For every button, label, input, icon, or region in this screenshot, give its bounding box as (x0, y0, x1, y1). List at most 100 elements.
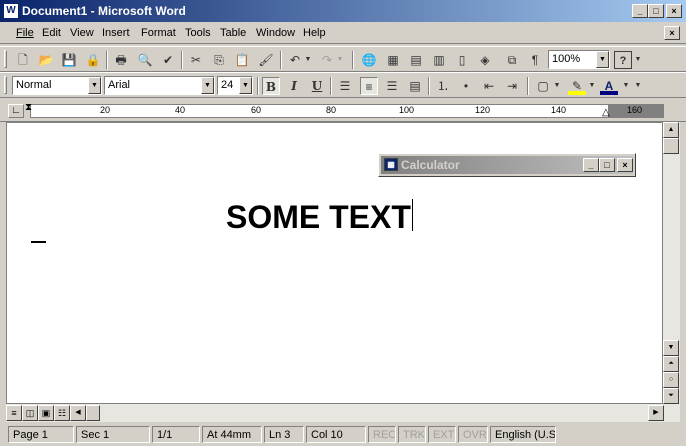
maximize-button[interactable]: □ (648, 4, 664, 18)
bold-button[interactable]: B (262, 77, 280, 95)
paste-icon[interactable]: 📋 (233, 51, 251, 69)
font-size-combo[interactable]: 24 ▼ (217, 76, 253, 95)
first-line-indent-icon[interactable]: ⧗ (25, 102, 32, 113)
web-view-icon[interactable]: ◫ (22, 405, 38, 421)
print-layout-icon[interactable]: ▣ (38, 405, 54, 421)
justify-icon[interactable]: ▤ (406, 77, 424, 95)
right-indent-icon[interactable]: △ (602, 107, 610, 118)
previous-page-icon[interactable]: ⏶ (663, 356, 679, 372)
tab-selector-icon[interactable]: ∟ (8, 104, 24, 118)
scroll-left-icon[interactable]: ◀ (70, 405, 86, 421)
chevron-down-icon[interactable]: ▼ (239, 77, 252, 94)
undo-icon[interactable]: ↶ (286, 51, 304, 69)
spelling-icon[interactable]: ✔ (159, 51, 177, 69)
horizontal-ruler[interactable]: ∟ ⧗ △ 20 40 60 80 100 120 140 160 (0, 100, 686, 122)
numbering-icon[interactable]: ⒈ (434, 77, 452, 95)
font-combo[interactable]: Arial ▼ (104, 76, 215, 95)
calculator-maximize-button[interactable]: □ (599, 158, 615, 172)
separator (257, 77, 259, 95)
calculator-window[interactable]: ▦ Calculator _ □ × (378, 153, 636, 177)
next-page-icon[interactable]: ⏷ (663, 388, 679, 404)
browse-object-icon[interactable]: ○ (663, 372, 679, 388)
normal-view-icon[interactable]: ≡ (6, 405, 22, 421)
italic-button[interactable]: I (285, 77, 303, 95)
align-center-icon[interactable]: ≡ (360, 77, 378, 95)
document-text[interactable]: SOME TEXT (226, 199, 413, 236)
hyperlink-icon[interactable]: 🌐 (360, 51, 378, 69)
toolbar-grip[interactable] (4, 76, 7, 94)
chevron-down-icon[interactable]: ▼ (88, 77, 101, 94)
undo-dropdown-icon[interactable]: ▼ (304, 51, 312, 69)
calculator-minimize-button[interactable]: _ (583, 158, 599, 172)
menu-help[interactable]: Help (303, 27, 326, 39)
status-ext[interactable]: EXT (428, 426, 456, 443)
permission-icon[interactable]: 🔒 (84, 51, 102, 69)
insert-table-icon[interactable]: ▤ (407, 51, 425, 69)
bullets-icon[interactable]: • (457, 77, 475, 95)
show-hide-icon[interactable]: ¶ (526, 51, 544, 69)
outline-view-icon[interactable]: ☷ (54, 405, 70, 421)
toolbar-grip[interactable] (4, 50, 7, 68)
format-painter-icon[interactable]: 🖌 (257, 51, 275, 69)
insert-excel-icon[interactable]: ▥ (430, 51, 448, 69)
calculator-title-bar[interactable]: ▦ Calculator _ □ × (381, 156, 633, 174)
calculator-close-button[interactable]: × (617, 158, 633, 172)
scroll-down-icon[interactable]: ▼ (663, 340, 679, 356)
open-folder-icon[interactable]: 📂 (37, 51, 55, 69)
font-color-icon[interactable]: A (600, 77, 618, 95)
menu-window[interactable]: Window (256, 27, 295, 39)
print-icon[interactable]: 🖶 (112, 51, 130, 69)
highlight-icon[interactable]: ✎ (568, 77, 586, 95)
menu-table[interactable]: Table (220, 27, 246, 39)
highlight-dropdown-icon[interactable]: ▼ (588, 77, 596, 95)
align-left-icon[interactable]: ☰ (336, 77, 354, 95)
minimize-button[interactable]: _ (632, 4, 648, 18)
print-preview-icon[interactable]: 🔍 (136, 51, 154, 69)
scroll-up-icon[interactable]: ▲ (663, 122, 679, 138)
status-ovr[interactable]: OVR (458, 426, 488, 443)
menu-file[interactable]: File (16, 27, 34, 39)
border-dropdown-icon[interactable]: ▼ (553, 77, 561, 95)
decrease-indent-icon[interactable]: ⇤ (480, 77, 498, 95)
calculator-icon[interactable]: ▦ (384, 158, 398, 171)
columns-icon[interactable]: ▯ (453, 51, 471, 69)
toolbar-options-icon[interactable]: ▼ (634, 77, 642, 95)
status-rec[interactable]: REC (368, 426, 396, 443)
drawing-icon[interactable]: ◈ (476, 51, 494, 69)
help-icon[interactable]: ? (614, 51, 632, 69)
menu-view[interactable]: View (70, 27, 94, 39)
cut-icon[interactable]: ✂ (187, 51, 205, 69)
border-icon[interactable]: ▢ (534, 77, 552, 95)
font-color-dropdown-icon[interactable]: ▼ (622, 77, 630, 95)
style-combo[interactable]: Normal ▼ (12, 76, 102, 95)
menu-insert[interactable]: Insert (102, 27, 130, 39)
save-icon[interactable]: 💾 (60, 51, 78, 69)
scroll-right-icon[interactable]: ▶ (648, 405, 664, 421)
copy-icon[interactable]: ⎘ (210, 51, 228, 69)
new-document-icon[interactable]: 🗋 (14, 51, 32, 69)
menu-tools[interactable]: Tools (185, 27, 211, 39)
underline-button[interactable]: U (308, 77, 326, 95)
increase-indent-icon[interactable]: ⇥ (503, 77, 521, 95)
document-map-icon[interactable]: ⧉ (503, 51, 521, 69)
word-app-icon[interactable]: W (3, 3, 19, 19)
redo-dropdown-icon[interactable]: ▼ (336, 51, 344, 69)
horizontal-scrollbar[interactable]: ≡ ◫ ▣ ☷ ◀ ▶ (6, 404, 680, 422)
vertical-scrollbar[interactable]: ▲ ▼ ⏶ ○ ⏷ (663, 122, 680, 404)
status-trk[interactable]: TRK (398, 426, 426, 443)
horizontal-scroll-thumb[interactable] (86, 405, 100, 421)
close-button[interactable]: × (666, 4, 682, 18)
chevron-down-icon[interactable]: ▼ (596, 51, 609, 68)
scroll-thumb[interactable] (663, 138, 679, 154)
title-bar[interactable]: W Document1 - Microsoft Word _ □ × (0, 0, 686, 22)
menu-format[interactable]: Format (141, 27, 176, 39)
separator (527, 77, 529, 95)
chevron-down-icon[interactable]: ▼ (201, 77, 214, 94)
tables-borders-icon[interactable]: ▦ (384, 51, 402, 69)
align-right-icon[interactable]: ☰ (383, 77, 401, 95)
help-dropdown-icon[interactable]: ▼ (634, 51, 642, 69)
zoom-combo[interactable]: 100% ▼ (548, 50, 610, 69)
redo-icon[interactable]: ↷ (318, 51, 336, 69)
document-close-button[interactable]: × (664, 26, 680, 40)
menu-edit[interactable]: Edit (42, 27, 61, 39)
